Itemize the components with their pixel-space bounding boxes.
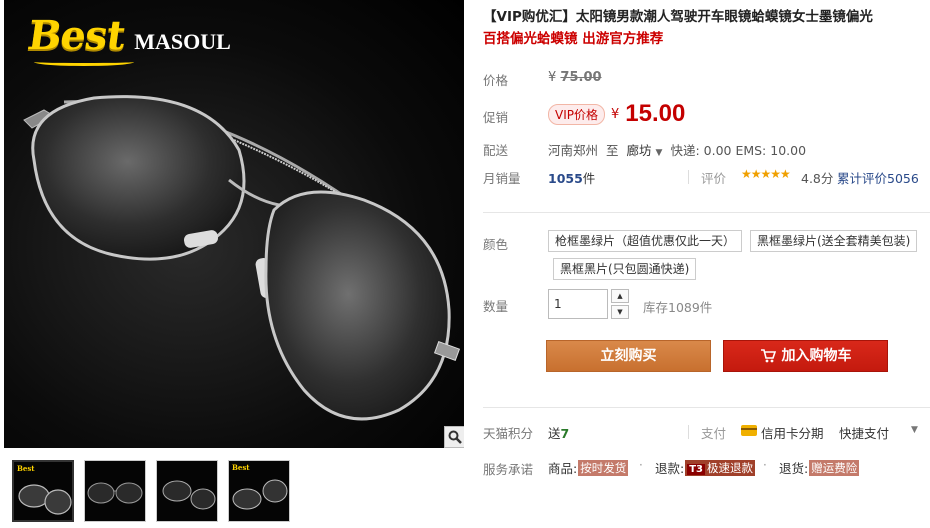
- shipping-origin: 河南郑州: [548, 143, 599, 158]
- color-label: 颜色: [483, 237, 509, 252]
- quickpay-link[interactable]: 快捷支付: [839, 423, 889, 442]
- vip-price-tag: VIP价格: [548, 103, 605, 125]
- quantity-input[interactable]: 1: [548, 289, 608, 319]
- separator-dot: ·: [639, 458, 643, 472]
- cart-icon: [760, 349, 776, 363]
- original-price: ¥ 75.00: [548, 70, 602, 85]
- stock-count: 库存1089件: [643, 300, 713, 315]
- buy-now-button[interactable]: 立刻购买: [546, 340, 711, 372]
- price-currency: ¥: [548, 70, 557, 85]
- divider: [483, 212, 930, 213]
- product-title: 【VIP购优汇】太阳镜男款潮人驾驶开车眼镜蛤蟆镜女士墨镜偏光: [483, 9, 873, 25]
- thumbnail-glasses-image: [162, 480, 216, 510]
- sales-label: 月销量: [483, 171, 521, 186]
- thumbnail-1[interactable]: Best: [12, 460, 74, 522]
- promo-currency: ¥: [611, 106, 620, 122]
- sales-count: 1055: [548, 171, 583, 186]
- add-to-cart-label: 加入购物车: [781, 348, 852, 364]
- installment-link[interactable]: 信用卡分期: [761, 423, 824, 442]
- price-label: 价格: [483, 73, 509, 88]
- service-refund: 退款: T3 极速退款: [655, 458, 755, 477]
- original-price-value: 75.00: [560, 70, 602, 85]
- service-goods-label: 商品:: [548, 461, 578, 476]
- zoom-button[interactable]: [444, 426, 464, 448]
- points-label: 天猫积分: [483, 426, 534, 441]
- service-return: 退货: 赠运费险: [779, 458, 860, 477]
- product-main-image[interactable]: Best MASOUL: [4, 0, 464, 448]
- sales-unit: 件: [582, 171, 596, 186]
- quantity-increase-button[interactable]: ▲: [611, 289, 629, 303]
- payment-label: 支付: [701, 426, 727, 441]
- shipping-info: 河南郑州 至 廊坊 ▼ 快递: 0.00 EMS: 10.00: [548, 140, 806, 159]
- thumbnail-glasses-image: [87, 482, 143, 504]
- points-value: 7: [560, 426, 570, 441]
- rating-score: 4.8分: [801, 171, 834, 186]
- points-info: 送7: [548, 423, 569, 442]
- on-time-shipping-badge[interactable]: 按时发货: [578, 459, 629, 476]
- fast-refund-text: 极速退款: [707, 460, 753, 475]
- service-refund-label: 退款:: [655, 461, 685, 476]
- divider: [483, 407, 930, 408]
- brand-logo: Best MASOUL: [24, 12, 231, 59]
- color-option-2[interactable]: 黑框墨绿片(送全套精美包装): [750, 230, 918, 252]
- shipping-destination-select[interactable]: 廊坊 ▼: [627, 140, 663, 159]
- quantity-label: 数量: [483, 299, 509, 314]
- divider: [688, 425, 689, 439]
- promo-price-value: 15.00: [625, 100, 686, 127]
- chevron-down-icon[interactable]: ▼: [911, 425, 918, 435]
- brand-best: Best: [24, 12, 128, 59]
- service-return-label: 退货:: [779, 461, 809, 476]
- thumbnail-logo: Best: [232, 463, 250, 472]
- service-goods: 商品: 按时发货: [548, 458, 629, 477]
- magnifier-icon: [448, 430, 462, 444]
- star-rating-icon: ★★★★★: [741, 167, 791, 181]
- credit-card-icon: [741, 425, 757, 436]
- fast-refund-badge[interactable]: T3 极速退款: [685, 459, 755, 476]
- brand-masoul: MASOUL: [134, 29, 231, 54]
- add-to-cart-button[interactable]: 加入购物车: [723, 340, 888, 372]
- chevron-down-icon: ▼: [655, 148, 663, 158]
- thumbnail-4[interactable]: Best: [228, 460, 290, 522]
- shipping-insurance-badge[interactable]: 赠运费险: [809, 459, 860, 476]
- shipping-destination: 廊坊: [626, 143, 652, 158]
- promo-label: 促销: [483, 110, 509, 125]
- points-text: 送: [548, 426, 561, 441]
- separator-dot: ·: [763, 458, 767, 472]
- thumbnail-strip: Best Best: [12, 460, 290, 522]
- thumbnail-logo: Best: [17, 464, 35, 473]
- divider: [688, 170, 689, 184]
- color-option-3[interactable]: 黑框黑片(只包圆通快递): [553, 258, 697, 280]
- sunglasses-image: [23, 95, 461, 421]
- promo-price: VIP价格 ¥ 15.00: [548, 100, 685, 128]
- reviews-link[interactable]: 累计评价5056: [837, 168, 919, 187]
- monthly-sales: 1055件: [548, 168, 595, 187]
- quantity-decrease-button[interactable]: ▼: [611, 305, 629, 319]
- service-label: 服务承诺: [483, 462, 534, 477]
- shipping-fees: 快递: 0.00 EMS: 10.00: [670, 143, 807, 158]
- thumbnail-2[interactable]: [84, 460, 146, 522]
- shipping-to: 至: [606, 143, 619, 158]
- product-subtitle: 百搭偏光蛤蟆镜 出游官方推荐: [483, 31, 664, 47]
- t3-mark: T3: [687, 463, 705, 475]
- thumbnail-3[interactable]: [156, 460, 218, 522]
- shipping-label: 配送: [483, 143, 509, 158]
- color-option-1[interactable]: 枪框墨绿片（超值优惠仅此一天）: [548, 230, 743, 252]
- rating-label: 评价: [701, 171, 727, 186]
